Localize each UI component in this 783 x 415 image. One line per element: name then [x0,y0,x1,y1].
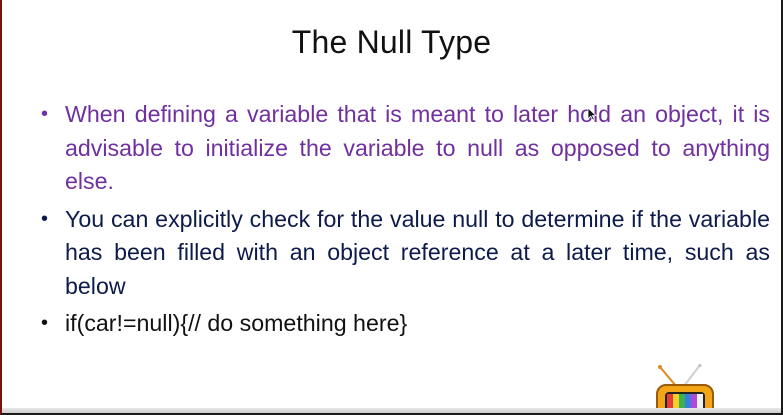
bullet-text: if(car!=null){// do something here} [65,310,408,336]
mouse-pointer-icon [587,107,597,121]
presentation-slide: The Null Type • When defining a variable… [0,0,783,415]
bullet-dot-icon: • [41,103,49,125]
bullet-text: When defining a variable that is meant t… [65,101,770,194]
bullet-list: • When defining a variable that is meant… [40,98,770,345]
slide-bottom-edge [2,408,781,413]
bullet-item: • You can explicitly check for the value… [40,203,770,304]
bullet-item: • if(car!=null){// do something here} [40,307,770,341]
bullet-text: You can explicitly check for the value n… [65,205,770,299]
slide-title: The Null Type [291,24,492,60]
bullet-item: • When defining a variable that is meant… [40,98,770,199]
bullet-dot-icon: • [41,207,49,230]
bullet-dot-icon: • [41,312,49,334]
